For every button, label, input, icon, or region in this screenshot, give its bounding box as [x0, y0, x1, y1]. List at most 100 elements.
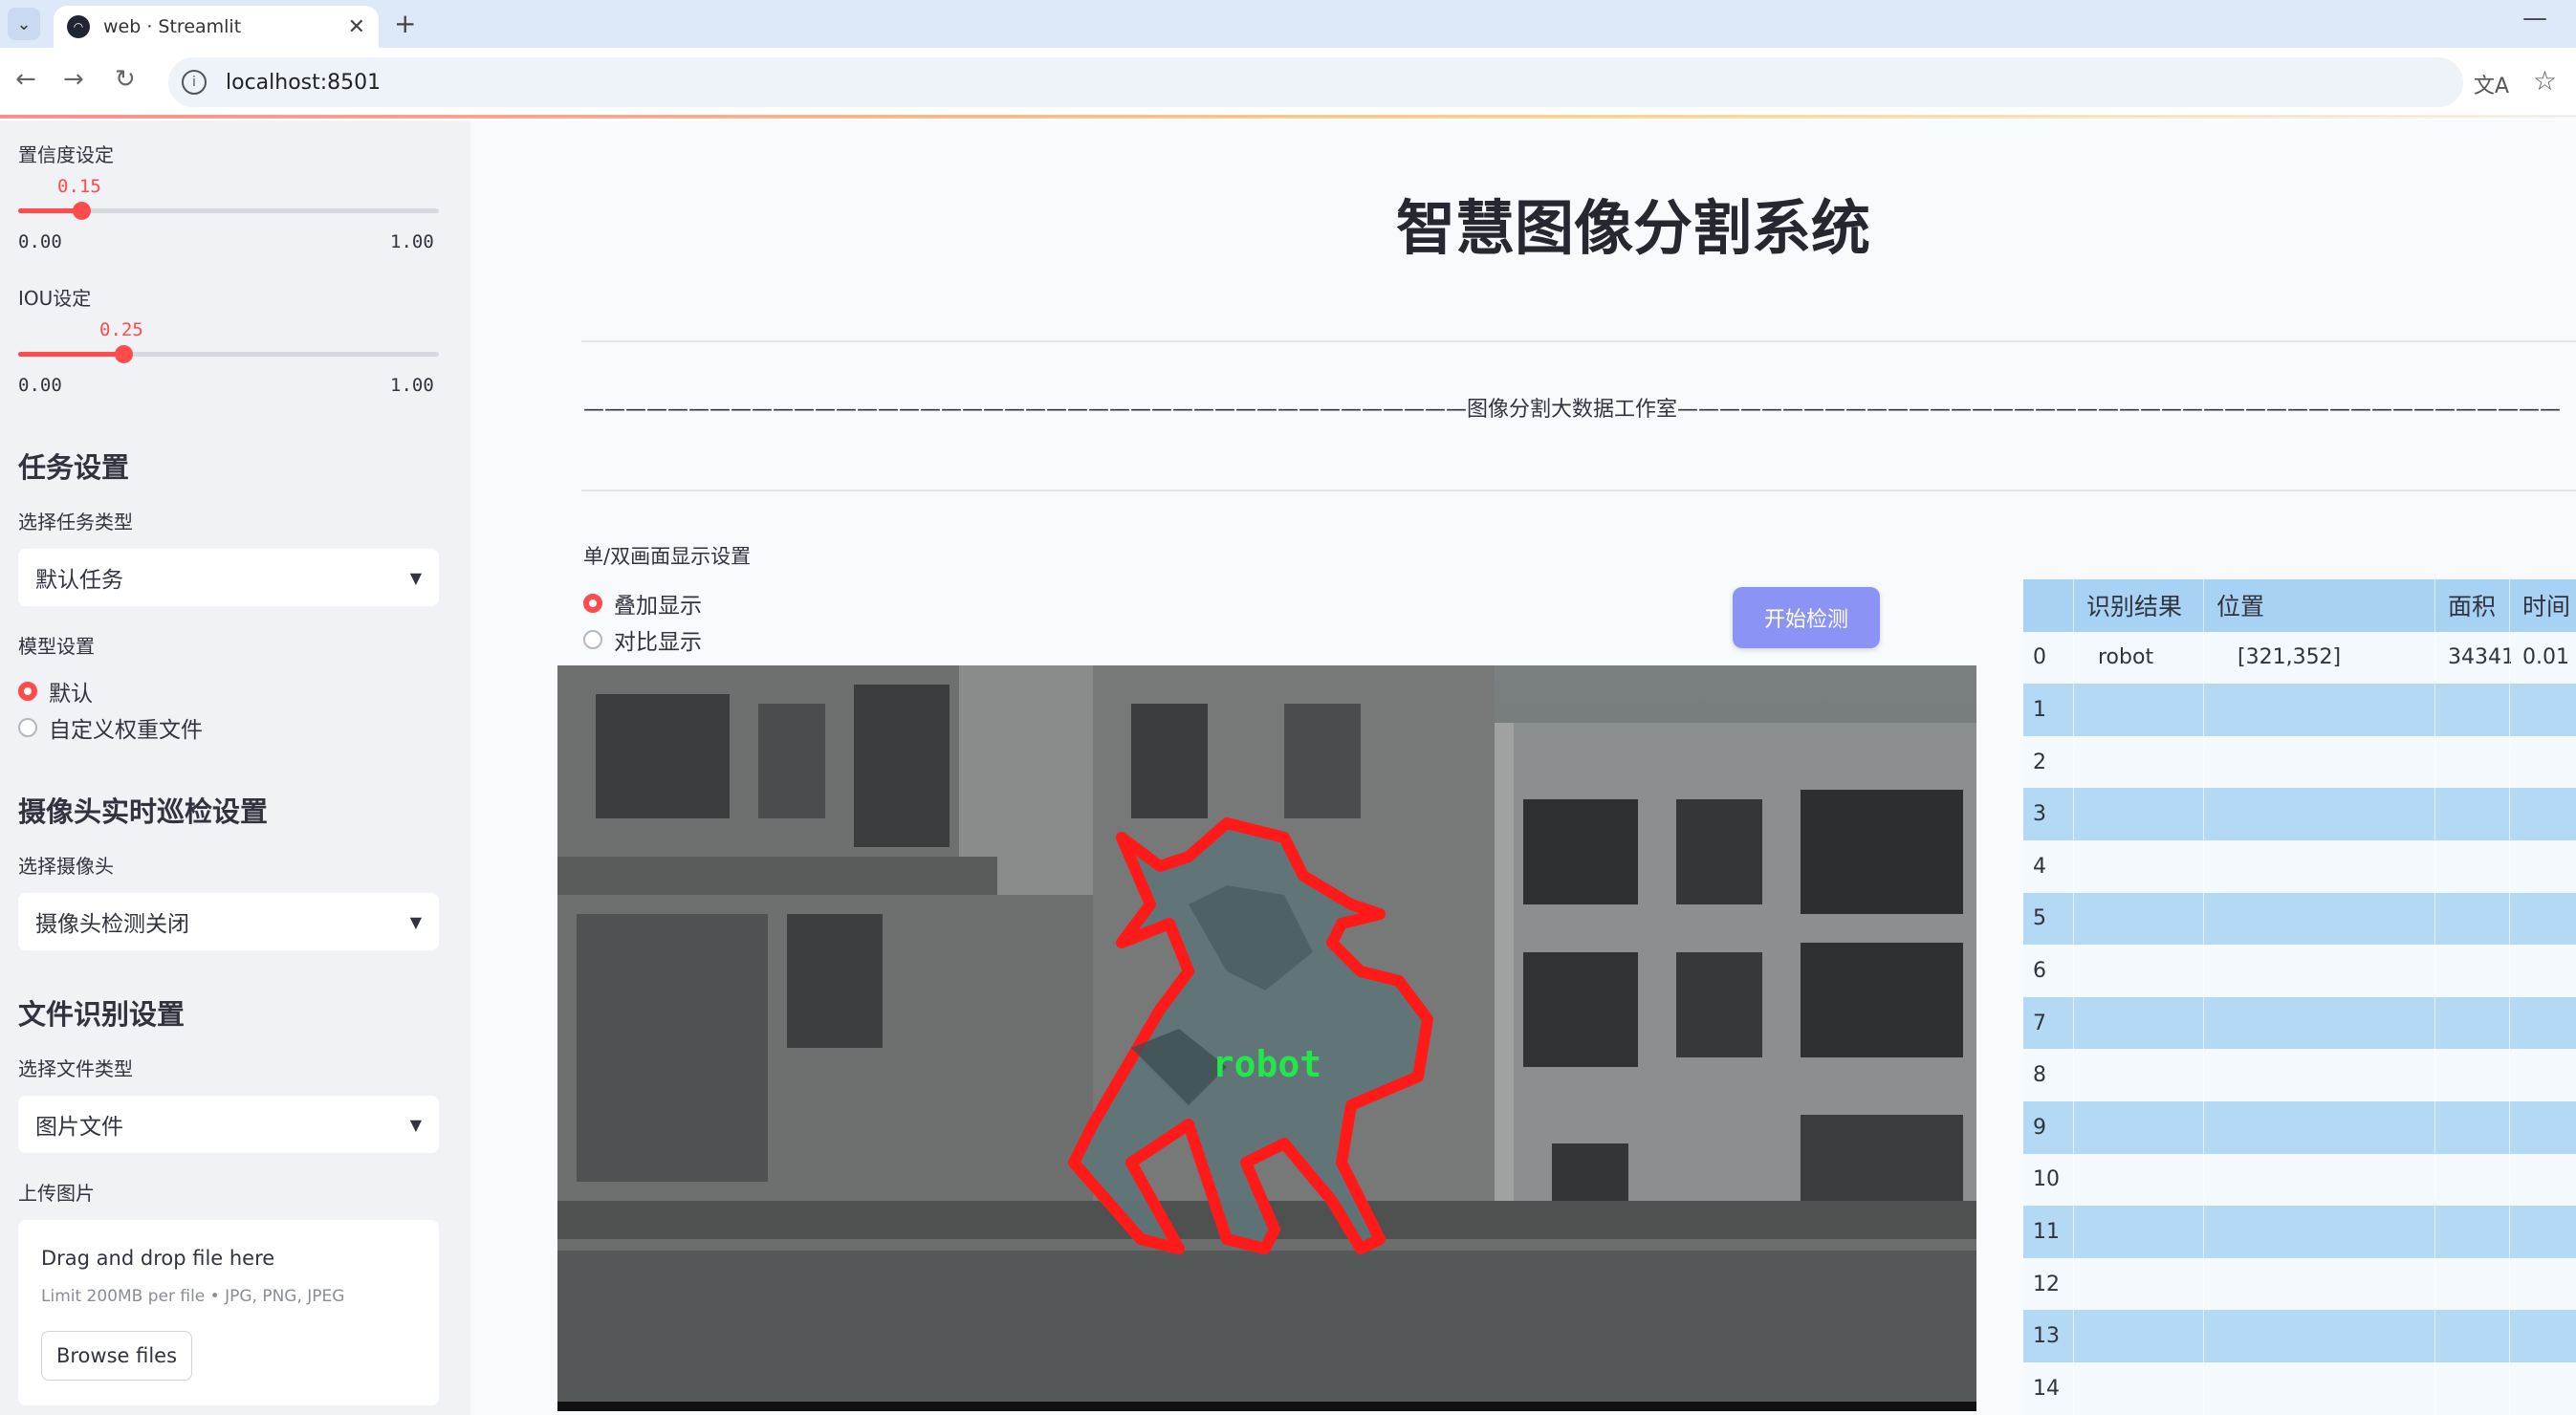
- camera-select-label: 选择摄像头: [18, 855, 114, 878]
- display-option-overlay[interactable]: 叠加显示: [583, 587, 702, 620]
- table-header-cell: 位置: [2216, 593, 2265, 621]
- table-cell: [2448, 788, 2511, 840]
- file-settings-heading: 文件识别设置: [18, 998, 186, 1031]
- model-option-default[interactable]: 默认: [18, 675, 93, 708]
- table-cell: 5: [2033, 906, 2046, 931]
- table-row: 7: [2023, 996, 2576, 1050]
- table-header-cell: 识别结果: [2086, 593, 2183, 621]
- table-cell: [2448, 1310, 2511, 1362]
- camera-selected: 摄像头检测关闭: [35, 912, 189, 937]
- start-detection-button[interactable]: 开始检测: [1733, 587, 1880, 648]
- table-cell: 0.01: [2522, 645, 2569, 670]
- display-option-compare[interactable]: 对比显示: [583, 623, 702, 656]
- table-cell: [2238, 997, 2457, 1050]
- table-row: 4: [2023, 840, 2576, 893]
- upload-label: 上传图片: [18, 1182, 95, 1205]
- table-cell: [2448, 997, 2511, 1050]
- url-text: localhost:8501: [226, 70, 382, 95]
- file-type-selected: 图片文件: [35, 1115, 123, 1140]
- robot-label: robot: [1212, 1043, 1321, 1085]
- iou-label: IOU设定: [18, 287, 92, 310]
- chevron-down-icon: ▼: [409, 912, 422, 931]
- table-cell: [2098, 684, 2216, 736]
- confidence-slider-thumb[interactable]: [73, 202, 91, 220]
- bookmark-star-icon[interactable]: ☆: [2533, 65, 2557, 97]
- streamlit-favicon-icon: ◠: [67, 15, 90, 38]
- table-cell: [2098, 736, 2216, 789]
- browse-files-button[interactable]: Browse files: [41, 1331, 192, 1381]
- table-cell: [2522, 1206, 2576, 1258]
- confidence-label: 置信度设定: [18, 143, 114, 166]
- camera-select[interactable]: 摄像头检测关闭 ▼: [18, 893, 439, 950]
- table-row: 8: [2023, 1049, 2576, 1101]
- table-cell: [2448, 840, 2511, 893]
- back-icon[interactable]: ←: [15, 65, 36, 94]
- forward-icon[interactable]: →: [63, 65, 84, 94]
- table-header-cell: [2033, 579, 2071, 632]
- iou-slider-thumb[interactable]: [115, 345, 133, 363]
- iou-slider[interactable]: [18, 345, 439, 363]
- model-option-default-label: 默认: [49, 682, 93, 707]
- table-cell: [2448, 945, 2511, 997]
- url-field[interactable]: i localhost:8501: [168, 57, 2463, 107]
- table-cell: [2098, 840, 2216, 893]
- table-cell: [321,352]: [2238, 645, 2342, 670]
- table-cell: [2448, 893, 2511, 946]
- model-option-custom-label: 自定义权重文件: [49, 718, 203, 743]
- table-cell: [2448, 1206, 2511, 1258]
- iou-min: 0.00: [18, 375, 62, 396]
- table-cell: 12: [2033, 1272, 2060, 1296]
- minimize-window-icon[interactable]: —: [2522, 4, 2547, 33]
- tab-title: web · Streamlit: [103, 16, 242, 37]
- site-info-icon[interactable]: i: [182, 70, 207, 95]
- table-cell: [2448, 684, 2511, 736]
- divider: [581, 490, 2576, 491]
- table-row: 0 robot [321,352] 34341 0.01: [2023, 631, 2576, 685]
- file-type-select[interactable]: 图片文件 ▼: [18, 1096, 439, 1153]
- streamlit-header-bar: [0, 115, 2576, 119]
- table-cell: [2522, 684, 2576, 736]
- address-bar: ← → ↻ i localhost:8501 文A ☆: [0, 48, 2576, 117]
- table-cell: [2448, 1049, 2511, 1101]
- table-cell: [2448, 1258, 2511, 1311]
- table-cell: [2238, 840, 2457, 893]
- result-image: robot: [557, 665, 1976, 1402]
- table-cell: [2522, 1362, 2576, 1415]
- table-cell: [2098, 1258, 2216, 1311]
- table-cell: [2238, 1049, 2457, 1101]
- table-cell: [2098, 997, 2216, 1050]
- table-cell: 1: [2033, 697, 2046, 722]
- table-cell: [2238, 1206, 2457, 1258]
- translate-icon[interactable]: 文A: [2474, 69, 2509, 99]
- reload-icon[interactable]: ↻: [115, 65, 136, 94]
- table-cell: 4: [2033, 854, 2046, 879]
- table-cell: 9: [2033, 1115, 2046, 1140]
- divider: [581, 340, 2576, 342]
- table-cell: 11: [2033, 1219, 2060, 1244]
- iou-value: 0.25: [99, 319, 143, 340]
- close-tab-icon[interactable]: ✕: [348, 15, 365, 39]
- file-dropzone[interactable]: Drag and drop file here Limit 200MB per …: [18, 1220, 439, 1405]
- radio-unselected-icon: [18, 718, 37, 737]
- table-cell: 3: [2033, 802, 2046, 827]
- table-row: 1: [2023, 684, 2576, 736]
- table-cell: [2522, 1049, 2576, 1101]
- task-type-label: 选择任务类型: [18, 511, 133, 533]
- iou-max: 1.00: [390, 375, 434, 396]
- table-cell: [2522, 788, 2576, 840]
- table-header-row: 识别结果 位置 面积 时间: [2023, 579, 2576, 632]
- task-type-select[interactable]: 默认任务 ▼: [18, 549, 439, 606]
- browser-tab[interactable]: ◠ web · Streamlit ✕: [54, 6, 379, 48]
- table-cell: [2522, 1258, 2576, 1311]
- browser-tab-bar: ⌄ ◠ web · Streamlit ✕ + —: [0, 0, 2576, 48]
- confidence-slider[interactable]: [18, 202, 439, 220]
- table-cell: [2522, 736, 2576, 789]
- table-cell: [2238, 893, 2457, 946]
- table-cell: 0: [2033, 645, 2046, 670]
- tab-search-icon[interactable]: ⌄: [8, 8, 40, 40]
- sidebar: 置信度设定 0.15 0.00 1.00 IOU设定 0.25 0.00 1.0…: [0, 120, 470, 1415]
- new-tab-icon[interactable]: +: [394, 8, 416, 39]
- model-option-custom[interactable]: 自定义权重文件: [18, 711, 203, 744]
- task-type-selected: 默认任务: [35, 568, 123, 593]
- confidence-min: 0.00: [18, 231, 62, 252]
